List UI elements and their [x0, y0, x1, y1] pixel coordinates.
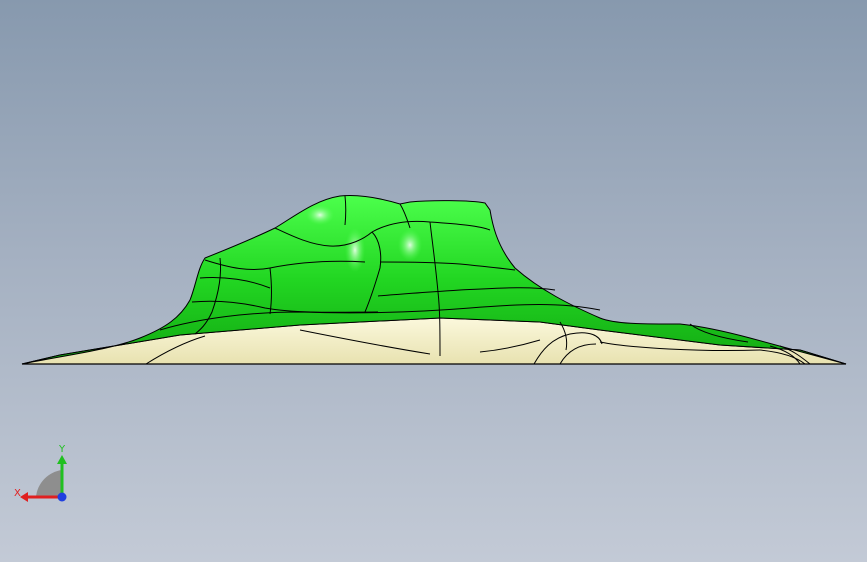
graphics-viewport[interactable]: Y X [0, 0, 867, 562]
surface-highlight [398, 229, 422, 261]
z-axis-icon [57, 492, 67, 502]
y-axis-label: Y [58, 444, 66, 455]
y-axis-arrow-icon [57, 455, 67, 464]
axis-plane-indicator [36, 470, 62, 497]
3d-model-view[interactable] [0, 0, 867, 562]
surface-highlight [345, 228, 365, 272]
x-axis-arrow-icon [20, 492, 28, 502]
surface-highlight [306, 205, 334, 225]
x-axis-label: X [14, 488, 21, 499]
axis-triad: Y X [14, 444, 67, 502]
